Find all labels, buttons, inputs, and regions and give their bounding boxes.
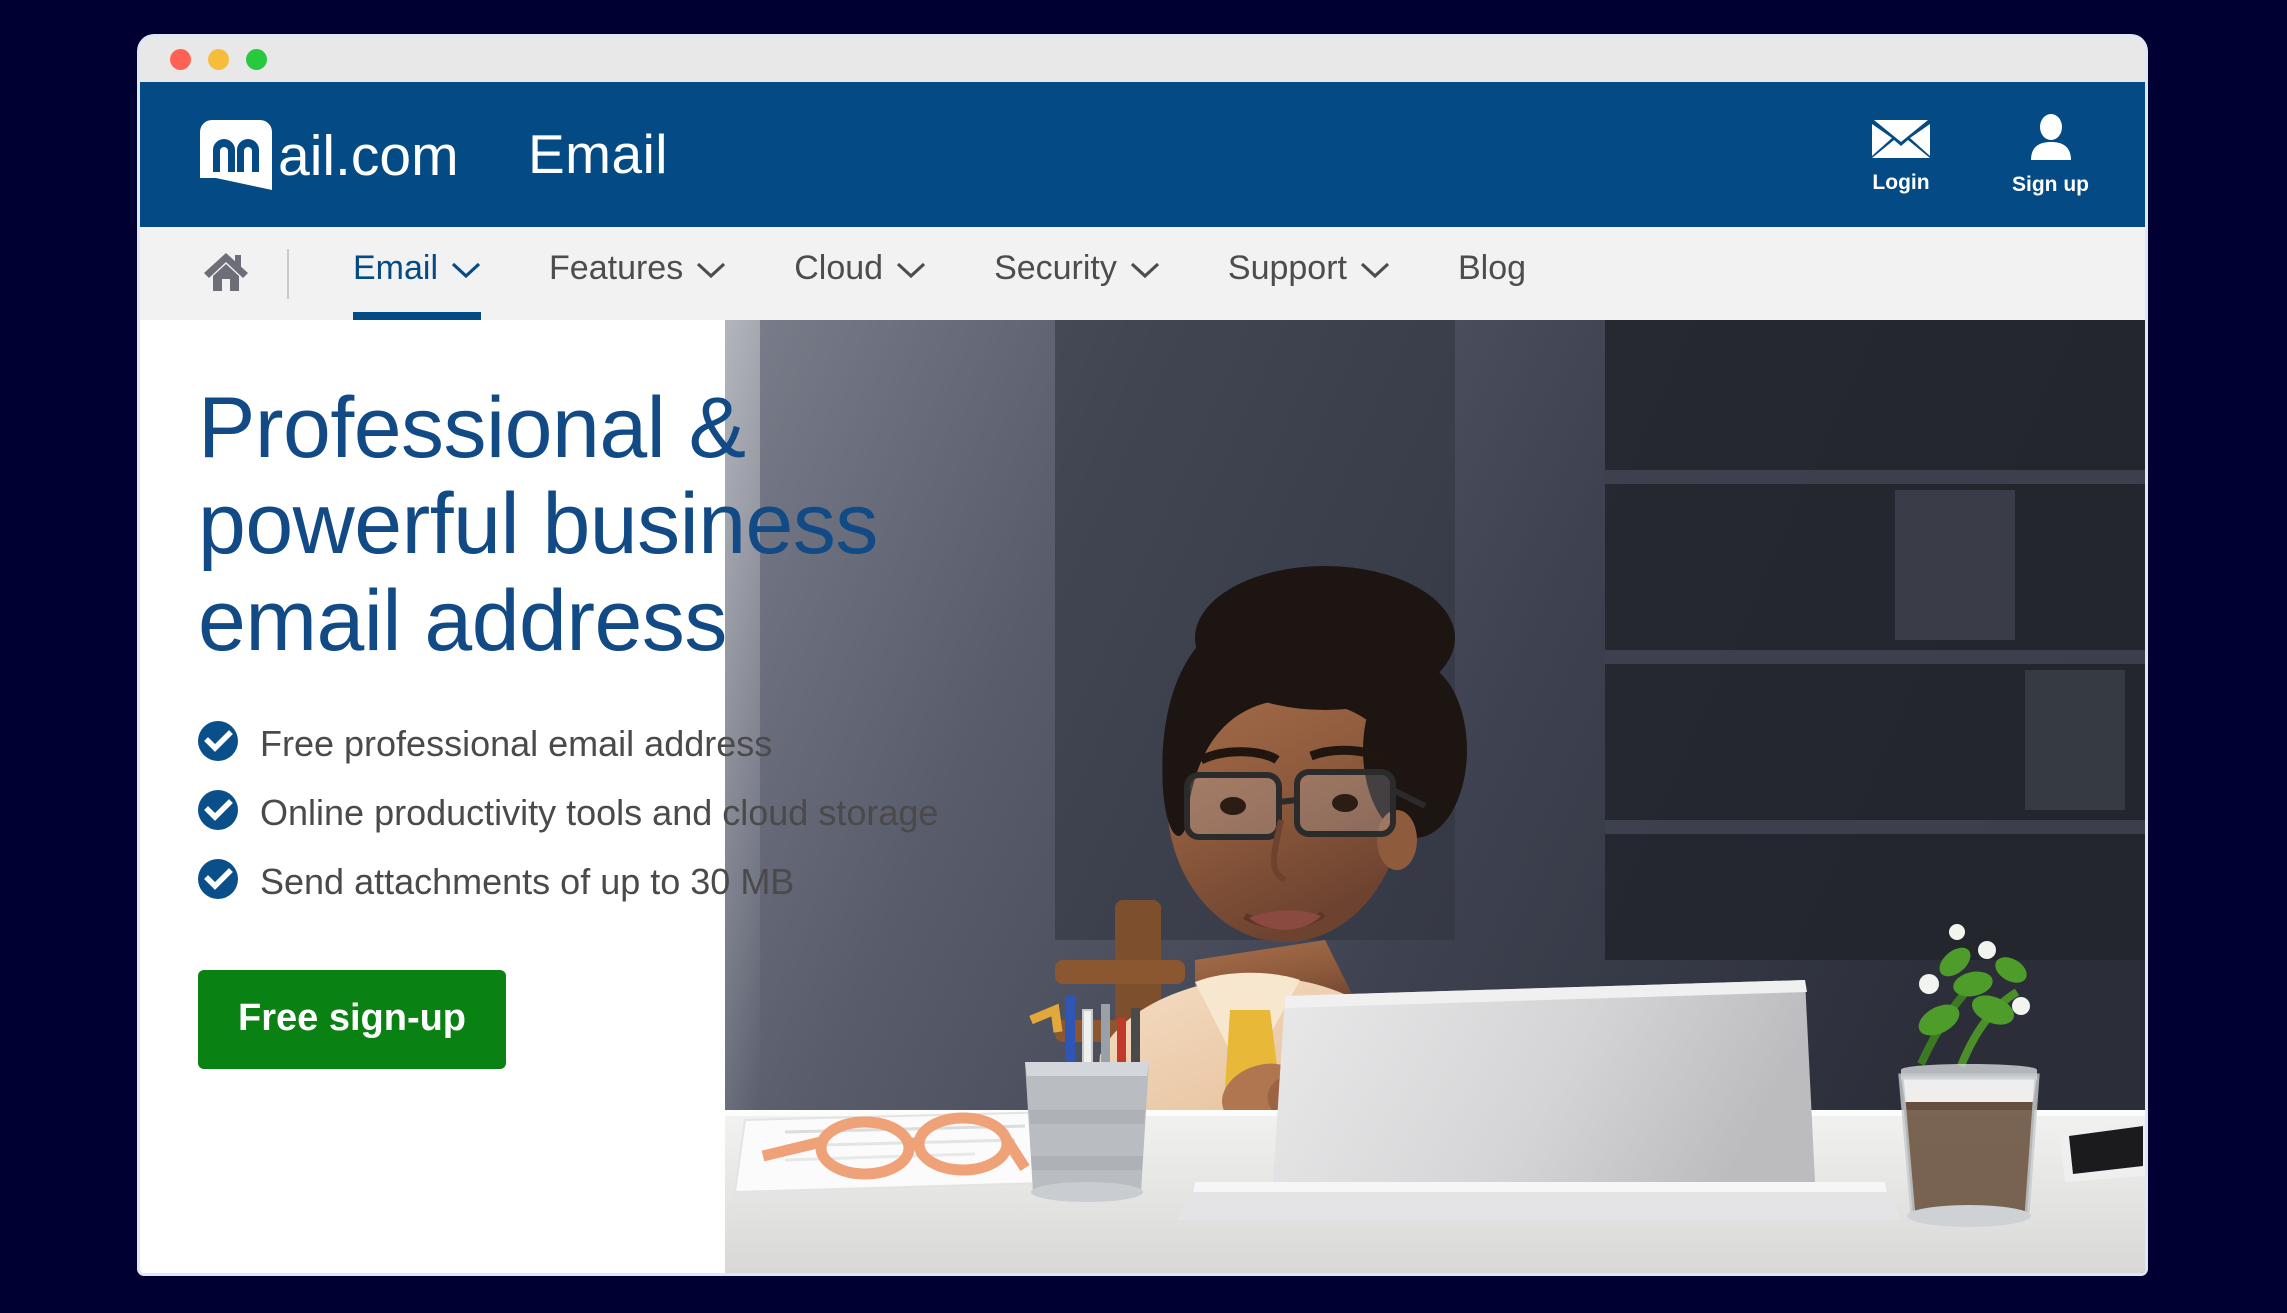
hero-section: Professional & powerful business email a… bbox=[140, 320, 2145, 1273]
mailcom-logo-icon: ail.com bbox=[198, 118, 498, 192]
svg-text:ail.com: ail.com bbox=[278, 124, 459, 188]
signup-button[interactable]: Sign up bbox=[2012, 114, 2089, 195]
signup-label: Sign up bbox=[2012, 173, 2089, 196]
nav-item-email[interactable]: Email bbox=[327, 227, 507, 320]
nav-item-cloud[interactable]: Cloud bbox=[768, 227, 952, 320]
headline-line-1: Professional & bbox=[198, 380, 746, 476]
chevron-down-icon bbox=[1360, 248, 1390, 289]
chevron-down-icon bbox=[696, 248, 726, 289]
feature-list: Free professional email address Online p… bbox=[198, 720, 1098, 904]
nav-items: Email Features Cloud Security Support Bl… bbox=[327, 227, 1568, 320]
nav-item-support-label: Support bbox=[1227, 249, 1347, 287]
nav-item-security-label: Security bbox=[994, 249, 1117, 287]
hero-copy: Professional & powerful business email a… bbox=[198, 380, 1098, 1069]
window-minimize-button[interactable] bbox=[208, 49, 229, 70]
nav-item-support[interactable]: Support bbox=[1202, 227, 1416, 320]
chevron-down-icon bbox=[1130, 248, 1160, 289]
brand-logo-group[interactable]: ail.com Email bbox=[198, 118, 668, 192]
person-icon bbox=[2028, 114, 2074, 165]
nav-item-features[interactable]: Features bbox=[523, 227, 752, 320]
nav-item-features-label: Features bbox=[549, 249, 684, 287]
check-circle-icon bbox=[198, 858, 238, 904]
site-header: ail.com Email Login Sign up bbox=[140, 82, 2145, 227]
header-actions: Login Sign up bbox=[1872, 82, 2089, 227]
headline-line-3: email address bbox=[198, 572, 727, 669]
envelope-icon bbox=[1872, 116, 1930, 163]
nav-divider bbox=[287, 249, 289, 299]
main-navigation: Email Features Cloud Security Support Bl… bbox=[140, 227, 2145, 320]
list-item: Free professional email address bbox=[198, 720, 1098, 766]
nav-item-blog[interactable]: Blog bbox=[1432, 227, 1552, 320]
chevron-down-icon bbox=[451, 248, 481, 289]
window-maximize-button[interactable] bbox=[246, 49, 267, 70]
page-title: Professional & powerful business email a… bbox=[198, 380, 1098, 669]
list-item: Send attachments of up to 30 MB bbox=[198, 858, 1098, 904]
brand-title: Email bbox=[528, 123, 669, 185]
nav-item-security[interactable]: Security bbox=[968, 227, 1186, 320]
nav-item-cloud-label: Cloud bbox=[794, 249, 884, 287]
list-item-label: Online productivity tools and cloud stor… bbox=[260, 791, 939, 833]
headline-line-2: powerful business bbox=[198, 476, 878, 573]
chevron-down-icon bbox=[896, 248, 926, 289]
check-circle-icon bbox=[198, 789, 238, 835]
list-item: Online productivity tools and cloud stor… bbox=[198, 789, 1098, 835]
free-signup-button[interactable]: Free sign-up bbox=[198, 969, 507, 1069]
check-circle-icon bbox=[198, 720, 238, 766]
nav-item-blog-label: Blog bbox=[1457, 249, 1527, 287]
window-close-button[interactable] bbox=[170, 49, 191, 70]
home-button[interactable] bbox=[202, 249, 250, 298]
list-item-label: Free professional email address bbox=[260, 722, 773, 764]
list-item-label: Send attachments of up to 30 MB bbox=[260, 860, 795, 902]
login-label: Login bbox=[1872, 171, 1930, 194]
home-icon bbox=[202, 249, 250, 298]
window-titlebar bbox=[140, 37, 2145, 82]
login-button[interactable]: Login bbox=[1872, 116, 1930, 193]
nav-item-email-label: Email bbox=[353, 249, 439, 287]
browser-window: ail.com Email Login Sign up Email Featur… bbox=[140, 37, 2145, 1273]
